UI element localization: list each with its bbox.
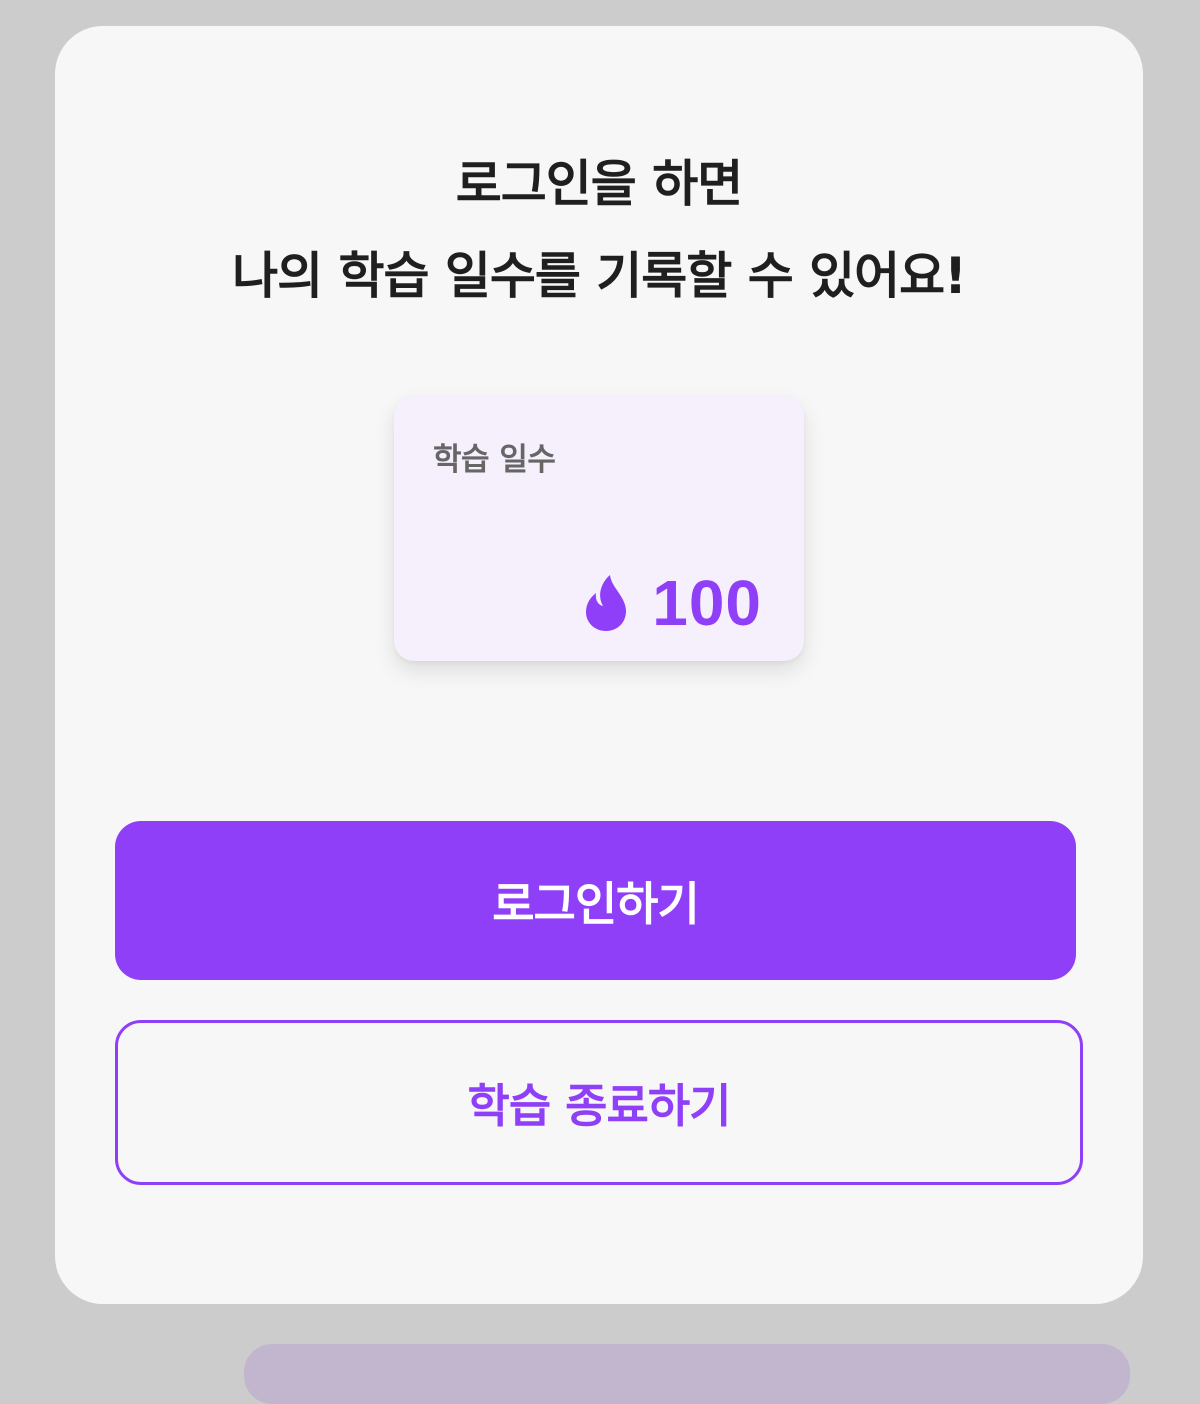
flame-icon <box>586 575 627 631</box>
modal-title-line-2: 나의 학습 일수를 기록할 수 있어요! <box>232 247 967 305</box>
study-days-value-row: 100 <box>582 571 762 635</box>
modal-title: 로그인을 하면 나의 학습 일수를 기록할 수 있어요! <box>55 138 1143 322</box>
background-sheet <box>244 1344 1130 1404</box>
modal-title-line-1: 로그인을 하면 <box>455 155 743 213</box>
study-days-count: 100 <box>652 567 762 639</box>
study-days-card: 학습 일수 100 <box>394 396 804 661</box>
login-prompt-modal: 로그인을 하면 나의 학습 일수를 기록할 수 있어요! 학습 일수 100 로… <box>55 26 1143 1304</box>
login-button[interactable]: 로그인하기 <box>115 821 1076 980</box>
end-study-button[interactable]: 학습 종료하기 <box>115 1020 1083 1185</box>
study-days-label: 학습 일수 <box>433 442 556 478</box>
